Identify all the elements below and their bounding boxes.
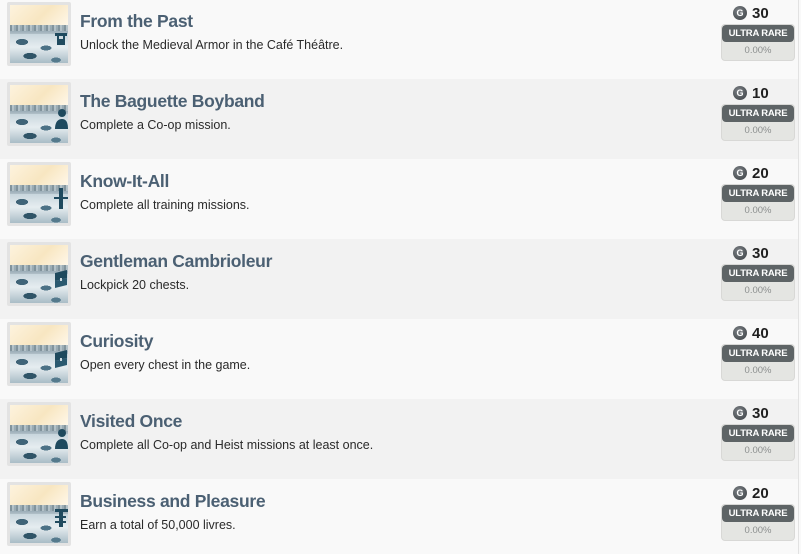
chest-icon xyxy=(54,267,68,289)
achievement-row[interactable]: Curiosity Open every chest in the game. … xyxy=(0,319,798,399)
achievement-description: Complete all Co-op and Heist missions at… xyxy=(80,438,374,452)
achievement-title[interactable]: Gentleman Cambrioleur xyxy=(80,251,272,272)
gamerscore: G 30 xyxy=(733,4,769,22)
achievement-row[interactable]: Visited Once Complete all Co-op and Heis… xyxy=(0,399,798,479)
gamerscore-icon: G xyxy=(733,6,747,20)
rarity-percent: 0.00% xyxy=(744,45,772,56)
achievement-row[interactable]: From the Past Unlock the Medieval Armor … xyxy=(0,0,798,79)
chest-icon xyxy=(54,347,68,369)
gamerscore-value: 20 xyxy=(752,484,769,502)
achievement-description: Unlock the Medieval Armor in the Café Th… xyxy=(80,38,344,52)
rarity-badge: ULTRA RARE 0.00% xyxy=(721,104,795,141)
thumbnail-sky xyxy=(10,485,68,505)
achievement-thumbnail[interactable] xyxy=(7,2,71,66)
achievement-description: Earn a total of 50,000 livres. xyxy=(80,518,236,532)
armor-icon xyxy=(54,27,68,49)
gamerscore-value: 20 xyxy=(752,164,769,182)
rarity-label: ULTRA RARE xyxy=(722,25,794,42)
rarity-badge: ULTRA RARE 0.00% xyxy=(721,344,795,381)
rarity-label: ULTRA RARE xyxy=(722,265,794,282)
thumbnail-sky xyxy=(10,325,68,345)
livre-icon xyxy=(54,507,68,529)
post-icon xyxy=(54,187,68,209)
achievement-description: Lockpick 20 chests. xyxy=(80,278,190,292)
achievement-thumbnail[interactable] xyxy=(7,322,71,386)
achievement-description: Complete a Co-op mission. xyxy=(80,118,231,132)
gamerscore: G 40 xyxy=(733,324,769,342)
thumbnail-sky xyxy=(10,5,68,25)
achievement-title[interactable]: Curiosity xyxy=(80,331,153,352)
gamerscore-value: 30 xyxy=(752,4,769,22)
achievement-row[interactable]: The Baguette Boyband Complete a Co-op mi… xyxy=(0,79,798,159)
achievement-thumbnail[interactable] xyxy=(7,242,71,306)
rarity-label: ULTRA RARE xyxy=(722,505,794,522)
rarity-label: ULTRA RARE xyxy=(722,425,794,442)
achievement-description: Complete all training missions. xyxy=(80,198,250,212)
rarity-badge: ULTRA RARE 0.00% xyxy=(721,424,795,461)
rarity-label: ULTRA RARE xyxy=(722,345,794,362)
achievement-row[interactable]: Gentleman Cambrioleur Lockpick 20 chests… xyxy=(0,239,798,319)
gamerscore-value: 30 xyxy=(752,404,769,422)
person-icon xyxy=(54,427,68,449)
gamerscore-icon: G xyxy=(733,406,747,420)
rarity-label: ULTRA RARE xyxy=(722,185,794,202)
thumbnail-sky xyxy=(10,165,68,185)
person-icon xyxy=(54,107,68,129)
achievement-title[interactable]: The Baguette Boyband xyxy=(80,91,265,112)
rarity-label: ULTRA RARE xyxy=(722,105,794,122)
achievement-row[interactable]: Business and Pleasure Earn a total of 50… xyxy=(0,479,798,554)
gamerscore-icon: G xyxy=(733,246,747,260)
achievement-title[interactable]: Business and Pleasure xyxy=(80,491,266,512)
gamerscore: G 20 xyxy=(733,484,769,502)
achievement-list: From the Past Unlock the Medieval Armor … xyxy=(0,0,799,554)
achievement-title[interactable]: Visited Once xyxy=(80,411,182,432)
achievement-row[interactable]: Know-It-All Complete all training missio… xyxy=(0,159,798,239)
achievement-thumbnail[interactable] xyxy=(7,402,71,466)
gamerscore: G 20 xyxy=(733,164,769,182)
achievement-title[interactable]: Know-It-All xyxy=(80,171,169,192)
achievement-thumbnail[interactable] xyxy=(7,482,71,546)
gamerscore-icon: G xyxy=(733,86,747,100)
achievement-title[interactable]: From the Past xyxy=(80,11,193,32)
rarity-badge: ULTRA RARE 0.00% xyxy=(721,184,795,221)
gamerscore-value: 40 xyxy=(752,324,769,342)
achievement-thumbnail[interactable] xyxy=(7,162,71,226)
gamerscore: G 10 xyxy=(733,84,769,102)
thumbnail-sky xyxy=(10,85,68,105)
thumbnail-sky xyxy=(10,405,68,425)
rarity-badge: ULTRA RARE 0.00% xyxy=(721,504,795,541)
rarity-percent: 0.00% xyxy=(744,365,772,376)
gamerscore-icon: G xyxy=(733,166,747,180)
rarity-percent: 0.00% xyxy=(744,125,772,136)
thumbnail-sky xyxy=(10,245,68,265)
rarity-percent: 0.00% xyxy=(744,525,772,536)
gamerscore-icon: G xyxy=(733,486,747,500)
rarity-percent: 0.00% xyxy=(744,285,772,296)
achievement-thumbnail[interactable] xyxy=(7,82,71,146)
achievement-description: Open every chest in the game. xyxy=(80,358,251,372)
gamerscore-icon: G xyxy=(733,326,747,340)
rarity-badge: ULTRA RARE 0.00% xyxy=(721,24,795,61)
rarity-badge: ULTRA RARE 0.00% xyxy=(721,264,795,301)
rarity-percent: 0.00% xyxy=(744,205,772,216)
gamerscore: G 30 xyxy=(733,404,769,422)
rarity-percent: 0.00% xyxy=(744,445,772,456)
gamerscore-value: 10 xyxy=(752,84,769,102)
gamerscore-value: 30 xyxy=(752,244,769,262)
gamerscore: G 30 xyxy=(733,244,769,262)
